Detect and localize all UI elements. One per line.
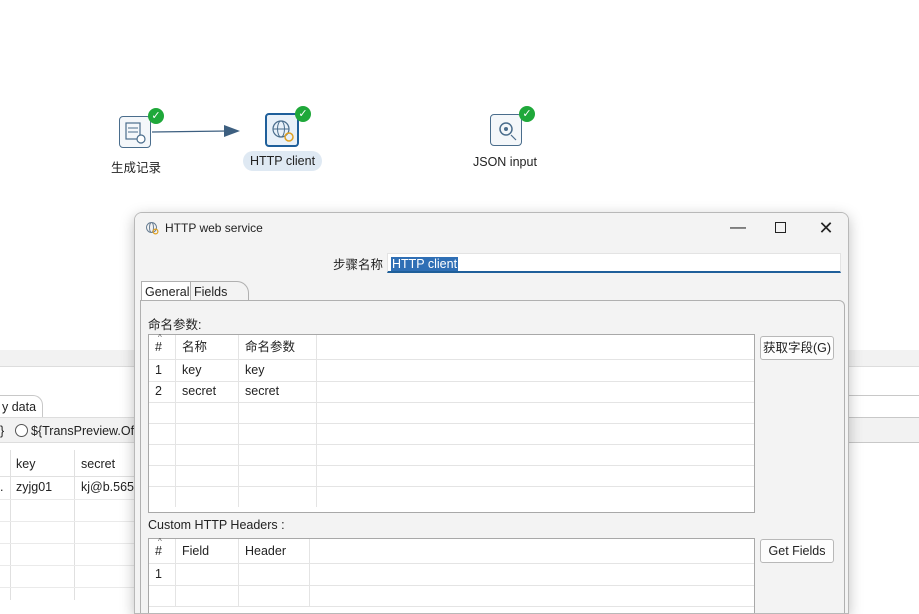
- col-divider: [10, 450, 11, 600]
- json-input-icon: [490, 114, 522, 146]
- ok-check-icon: ✓: [148, 108, 164, 124]
- table-header-row: ^ # Field Header: [149, 537, 754, 564]
- named-params-table[interactable]: ^ # 名称 命名参数 1 key key 2 secret secret: [148, 333, 755, 513]
- close-icon: ✕: [818, 218, 834, 238]
- row-divider: [0, 587, 140, 588]
- column-header: secret: [81, 457, 116, 471]
- panel-edge: [848, 417, 919, 418]
- get-fields-cn-button[interactable]: 获取字段(G): [760, 336, 834, 360]
- column-header: key: [16, 457, 36, 471]
- table-row-empty: [149, 486, 754, 507]
- table-row[interactable]: 1: [149, 564, 754, 586]
- table-row[interactable]: 1 key key: [149, 360, 754, 382]
- cell-header[interactable]: [239, 564, 310, 585]
- col-divider: [74, 450, 75, 600]
- table-row-empty: [149, 585, 754, 607]
- row-number: 1: [149, 360, 176, 381]
- step-node-http-client[interactable]: ✓ HTTP client: [243, 106, 333, 178]
- step-node-label: 生成记录: [111, 161, 162, 175]
- table-row-empty: [149, 444, 754, 466]
- close-button[interactable]: ✕: [803, 213, 848, 243]
- tab-label: General: [145, 285, 190, 299]
- maximize-icon: [774, 222, 786, 234]
- cell-name[interactable]: key: [176, 360, 239, 381]
- minimize-button[interactable]: —: [715, 213, 761, 243]
- table-row-empty: [149, 402, 754, 424]
- column-header[interactable]: #: [149, 335, 176, 359]
- tab-fields[interactable]: Fields: [191, 281, 249, 301]
- generate-rows-icon: [119, 116, 151, 148]
- preview-tab-label: y data: [2, 400, 37, 414]
- preview-data-tab[interactable]: y data: [0, 395, 43, 418]
- column-header[interactable]: Header: [239, 539, 310, 563]
- cell: kj@b.565: [81, 480, 134, 494]
- cell: .: [0, 480, 4, 494]
- globe-icon: [146, 222, 159, 235]
- preview-radio-button[interactable]: [15, 424, 28, 437]
- row-number: 2: [149, 381, 176, 402]
- step-node-label: HTTP client: [243, 151, 323, 171]
- cell-field[interactable]: [176, 564, 239, 585]
- step-name-input[interactable]: HTTP client: [387, 253, 841, 273]
- ok-check-icon: ✓: [519, 106, 535, 122]
- ok-check-icon: ✓: [295, 106, 311, 122]
- option-text: ${TransPreview.Of: [31, 424, 135, 438]
- http-client-icon: [265, 113, 299, 147]
- step-node-label: JSON input: [473, 155, 537, 169]
- column-header[interactable]: Field: [176, 539, 239, 563]
- row-divider: [0, 521, 140, 522]
- minimize-icon: —: [730, 219, 746, 236]
- panel-edge: [848, 395, 919, 396]
- panel-edge: [848, 442, 919, 443]
- column-header[interactable]: #: [149, 539, 176, 563]
- table-row-empty: [149, 423, 754, 445]
- table-row[interactable]: 2 secret secret: [149, 381, 754, 403]
- step-node-json-input[interactable]: ✓ JSON input: [472, 106, 552, 176]
- dialog-title: HTTP web service: [165, 221, 263, 235]
- column-header[interactable]: 命名参数: [239, 335, 317, 359]
- cell-name[interactable]: secret: [176, 381, 239, 402]
- maximize-button[interactable]: [757, 213, 803, 243]
- table-row-empty: [149, 465, 754, 487]
- cell-param[interactable]: key: [239, 360, 317, 381]
- tab-general[interactable]: General: [141, 281, 191, 301]
- table-row[interactable]: . zyjg01 kj@b.565: [0, 477, 140, 499]
- cell: zyjg01: [16, 480, 53, 494]
- get-fields-button[interactable]: Get Fields: [760, 539, 834, 563]
- row-divider: [0, 565, 140, 566]
- preview-table: key secret . zyjg01 kj@b.565: [0, 450, 140, 600]
- custom-headers-table[interactable]: ^ # Field Header 1: [148, 537, 755, 613]
- cell-param[interactable]: secret: [239, 381, 317, 402]
- row-number: 1: [149, 564, 176, 585]
- step-name-value: HTTP client: [391, 257, 459, 271]
- step-name-label: 步骤名称: [333, 258, 384, 272]
- option-text: }: [0, 424, 5, 438]
- row-divider: [0, 499, 140, 500]
- custom-headers-label: Custom HTTP Headers :: [148, 518, 285, 532]
- table-header-row: ^ # 名称 命名参数: [149, 333, 754, 360]
- dialog-titlebar[interactable]: HTTP web service — ✕: [135, 213, 848, 243]
- tab-label: Fields: [194, 285, 228, 299]
- http-web-service-dialog: HTTP web service — ✕ 步骤名称 HTTP client Ge…: [134, 212, 849, 614]
- step-node-generate-rows[interactable]: ✓ 生成记录: [105, 108, 175, 178]
- named-params-label: 命名参数:: [148, 318, 202, 332]
- column-header[interactable]: 名称: [176, 335, 239, 359]
- row-divider: [0, 543, 140, 544]
